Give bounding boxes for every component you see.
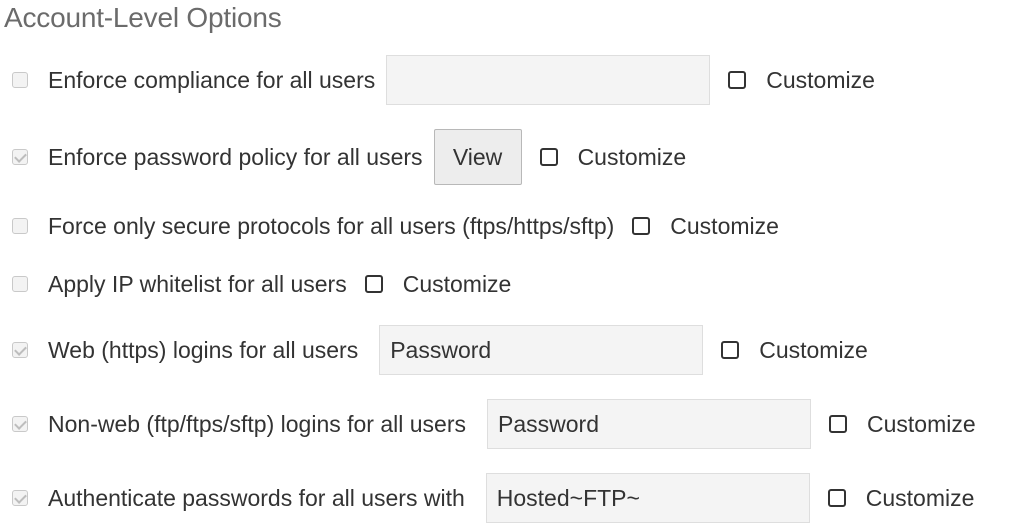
web-logins-checkbox[interactable]: [12, 342, 28, 358]
customize-checkbox[interactable]: [827, 489, 846, 507]
customize-label: Customize: [402, 270, 512, 297]
compliance-field[interactable]: [386, 55, 711, 105]
web-login-method-field[interactable]: Password: [379, 325, 704, 375]
customize-checkbox[interactable]: [364, 275, 383, 293]
option-row-secure-protocols: Force only secure protocols for all user…: [0, 200, 779, 252]
customize-checkbox[interactable]: [632, 217, 651, 235]
option-row-enforce-compliance: Enforce compliance for all users Customi…: [0, 54, 875, 106]
customize-label: Customize: [766, 66, 875, 93]
option-label: Enforce password policy for all users: [48, 143, 423, 170]
customize-checkbox[interactable]: [721, 341, 740, 359]
option-label: Enforce compliance for all users: [48, 66, 376, 93]
customize-label: Customize: [670, 212, 779, 239]
section-title: Account-Level Options: [4, 2, 282, 33]
option-row-ip-whitelist: Apply IP whitelist for all users Customi…: [0, 258, 511, 310]
customize-checkbox[interactable]: [829, 415, 847, 433]
customize-label: Customize: [759, 336, 868, 363]
password-policy-checkbox[interactable]: [12, 149, 28, 165]
option-label: Apply IP whitelist for all users: [48, 270, 347, 297]
customize-label: Customize: [577, 143, 687, 170]
customize-label: Customize: [867, 410, 976, 437]
customize-label: Customize: [865, 484, 975, 511]
option-label: Web (https) logins for all users: [48, 336, 359, 363]
option-label: Non-web (ftp/ftps/sftp) logins for all u…: [48, 410, 466, 437]
option-label: Force only secure protocols for all user…: [48, 212, 615, 239]
option-row-web-logins: Web (https) logins for all users Passwor…: [0, 324, 868, 376]
option-row-nonweb-logins: Non-web (ftp/ftps/sftp) logins for all u…: [0, 398, 976, 450]
nonweb-login-method-field[interactable]: Password: [487, 399, 811, 449]
option-label: Authenticate passwords for all users wit…: [48, 484, 465, 511]
auth-provider-field[interactable]: Hosted~FTP~: [485, 473, 810, 523]
secure-protocols-checkbox[interactable]: [12, 218, 28, 234]
customize-checkbox[interactable]: [539, 148, 558, 166]
ip-whitelist-checkbox[interactable]: [12, 276, 28, 292]
view-button[interactable]: View: [433, 129, 522, 185]
customize-checkbox[interactable]: [728, 71, 747, 89]
nonweb-logins-checkbox[interactable]: [12, 416, 28, 432]
authenticate-passwords-checkbox[interactable]: [12, 490, 28, 506]
option-row-password-policy: Enforce password policy for all users Vi…: [0, 129, 687, 185]
option-row-authenticate-passwords: Authenticate passwords for all users wit…: [0, 472, 974, 524]
enforce-compliance-checkbox[interactable]: [12, 72, 28, 88]
